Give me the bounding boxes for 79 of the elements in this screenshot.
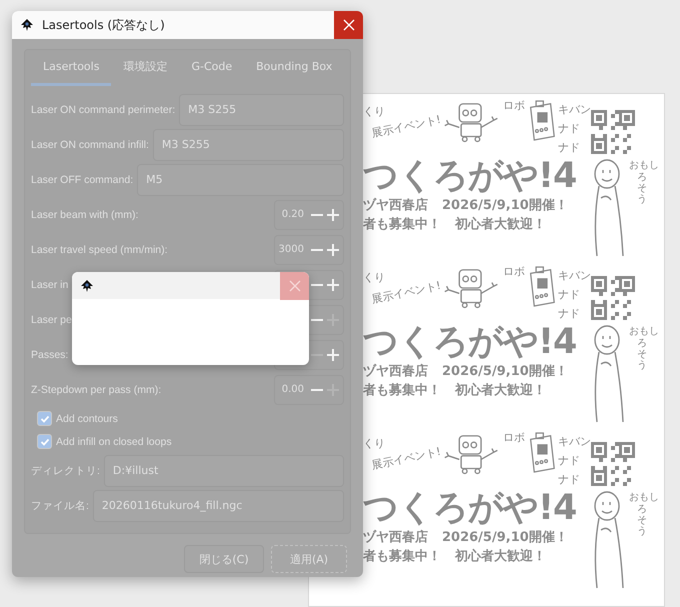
dialog-button[interactable]: 閉じる(C)	[184, 545, 264, 573]
flyer-title: つくろがや!4	[363, 156, 578, 196]
handwritten-text: キバン	[558, 102, 591, 117]
field-label: Laser OFF command:	[31, 174, 134, 186]
input-field[interactable]: 20260116tukuro4_fill.ngc	[92, 490, 344, 522]
number-field[interactable]: 0.00	[274, 374, 344, 404]
check-icon	[40, 436, 50, 446]
handwritten-text: くり	[363, 436, 386, 451]
close-icon	[342, 19, 354, 31]
circuit-board-drawing	[527, 98, 556, 144]
handwritten-text: おもし	[629, 491, 659, 504]
circuit-board-drawing	[527, 430, 556, 476]
flyer-text: 者も募集中！	[363, 548, 441, 566]
checkbox-label: Add infill on closed loops	[56, 436, 172, 448]
handwritten-text: おもし	[629, 159, 659, 172]
field-label: Laser in	[31, 278, 68, 290]
qr-code-drawing	[591, 110, 635, 154]
flyer-text: 者も募集中！	[363, 216, 441, 234]
number-field[interactable]: 3000	[274, 234, 344, 264]
field-label: Laser beam with (mm):	[31, 208, 138, 220]
circuit-board-drawing	[527, 264, 556, 310]
window-title: Lasertools (応答なし)	[42, 16, 166, 34]
tab[interactable]: G-Code	[179, 50, 244, 86]
qr-code-drawing	[591, 442, 635, 486]
tab[interactable]: Lasertools	[31, 50, 112, 86]
flyer-text: ヅヤ西春店	[363, 362, 428, 381]
close-icon	[288, 280, 300, 292]
tab[interactable]: 環境設定	[111, 50, 180, 86]
handwritten-text: ナド	[558, 472, 580, 487]
field-label: Laser travel speed (mm/min):	[31, 244, 168, 256]
flyer-title: つくろがや!4	[363, 322, 578, 362]
field-label: Passes:	[31, 348, 68, 360]
input-field[interactable]: M5	[137, 164, 344, 196]
flyer-text: ヅヤ西春店	[363, 196, 428, 215]
field-label: Laser ON command perimeter:	[31, 104, 176, 116]
handwritten-text: ナド	[558, 453, 580, 468]
input-field[interactable]: M3 S255	[152, 128, 344, 160]
handwritten-text: ろそう	[637, 338, 647, 371]
handwritten-text: ろそう	[637, 504, 647, 537]
handwritten-text: ロボ	[503, 264, 525, 279]
flyer-text: 者も募集中！	[363, 382, 441, 400]
flyer-text: 初心者大歓迎！	[455, 216, 546, 234]
handwritten-text: ろそう	[637, 172, 647, 205]
number-field[interactable]: 0.20	[274, 200, 344, 230]
field-label: Z-Stepdown per pass (mm):	[31, 384, 162, 396]
handwritten-text: ナド	[558, 306, 580, 321]
handwritten-text: ナド	[558, 287, 580, 302]
flyer-text: 2026/5/9,10開催！	[442, 363, 568, 381]
flyer-text: 2026/5/9,10開催！	[442, 197, 568, 215]
handwritten-text: くり	[363, 104, 386, 119]
checkbox[interactable]	[37, 411, 52, 426]
field-label: ディレクトリ:	[31, 464, 100, 478]
field-label: Laser ON command infill:	[31, 138, 149, 150]
tab[interactable]: Bounding Box	[244, 50, 344, 86]
input-field[interactable]: M3 S255	[179, 94, 344, 126]
dialog-button[interactable]: 適用(A)	[271, 545, 347, 573]
handwritten-text: おもし	[629, 325, 659, 338]
handwritten-text: キバン	[558, 268, 591, 283]
flyer-text: ヅヤ西春店	[363, 528, 428, 547]
flyer-text: 2026/5/9,10開催！	[442, 529, 568, 547]
flyer-title: つくろがや!4	[363, 488, 578, 528]
field-label: Laser pe	[31, 314, 72, 326]
field-label: ファイル名:	[31, 498, 89, 512]
handwritten-text: ナド	[558, 121, 580, 136]
flyer-text: 初心者大歓迎！	[455, 382, 546, 400]
qr-code-drawing	[591, 276, 635, 320]
handwritten-text: キバン	[558, 434, 591, 449]
flyer-text: 初心者大歓迎！	[455, 548, 546, 566]
checkbox[interactable]	[37, 434, 52, 449]
handwritten-text: ロボ	[503, 98, 525, 113]
close-button[interactable]	[334, 11, 363, 39]
check-icon	[40, 414, 50, 424]
handwritten-text: くり	[363, 270, 386, 285]
app-logo-icon	[80, 278, 94, 292]
checkbox-label: Add contours	[56, 412, 118, 424]
handwritten-text: ロボ	[503, 430, 525, 445]
input-field[interactable]: D:¥illust	[104, 454, 344, 486]
app-logo-icon	[20, 18, 34, 32]
handwritten-text: ナド	[558, 140, 580, 155]
